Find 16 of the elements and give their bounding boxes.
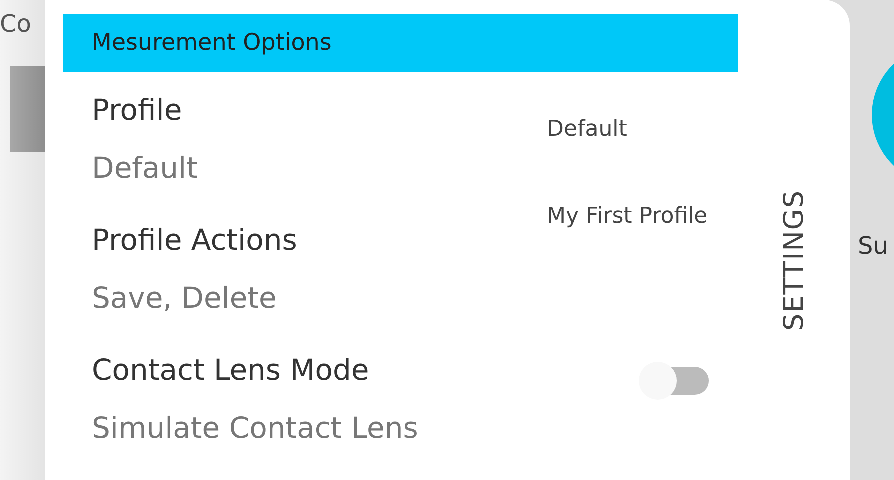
setting-item[interactable]: Contact Lens Mode Simulate Contact Lens — [92, 350, 547, 480]
setting-item[interactable]: Profile Actions Save, Delete — [92, 220, 547, 350]
setting-title: Contact Lens Mode — [92, 352, 370, 389]
setting-subtitle: Default — [92, 150, 198, 187]
toggle-switch[interactable] — [639, 362, 709, 400]
setting-subtitle: Save, Delete — [92, 280, 277, 317]
setting-item[interactable]: Profile Default — [92, 90, 547, 220]
profile-option[interactable]: Default — [547, 112, 628, 148]
background-text: Su — [858, 232, 890, 260]
settings-tab[interactable]: SETTINGS — [778, 190, 810, 331]
profile-option[interactable]: My First Profile — [547, 199, 708, 235]
setting-title: Profile — [92, 92, 182, 129]
setting-subtitle: Simulate Contact Lens — [92, 410, 418, 447]
dialog-header: Mesurement Options — [63, 14, 738, 72]
background-text: Co — [0, 9, 32, 38]
setting-title: Profile Actions — [92, 222, 298, 259]
